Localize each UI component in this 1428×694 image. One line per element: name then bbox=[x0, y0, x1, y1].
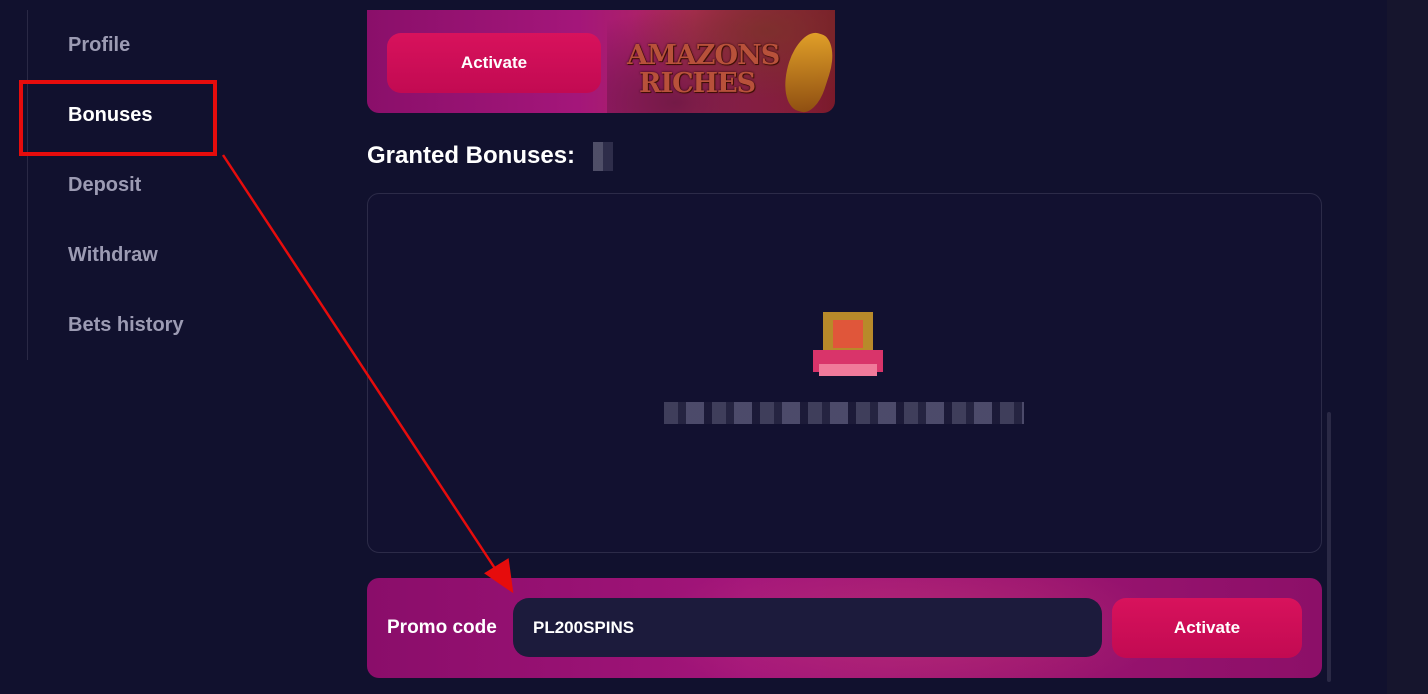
granted-bonuses-title: Granted Bonuses: bbox=[367, 142, 576, 169]
promo-code-input[interactable] bbox=[513, 598, 1102, 657]
game-logo-line2: RICHES bbox=[639, 68, 756, 99]
annotation-highlight-box bbox=[19, 80, 217, 156]
granted-bonuses-count-blurred bbox=[593, 142, 613, 171]
sidebar-item-deposit[interactable]: Deposit bbox=[68, 173, 141, 197]
game-logo-line1: AMAZONS bbox=[627, 40, 780, 71]
sidebar-divider bbox=[27, 10, 28, 360]
sidebar-item-profile[interactable]: Profile bbox=[68, 33, 130, 57]
right-edge-panel bbox=[1387, 0, 1428, 694]
banner-activate-button[interactable]: Activate bbox=[387, 33, 601, 93]
sidebar-item-withdraw[interactable]: Withdraw bbox=[68, 243, 158, 267]
game-logo: AMAZONS RICHES bbox=[627, 40, 780, 99]
scrollbar[interactable] bbox=[1327, 412, 1331, 682]
empty-state-text-blurred bbox=[664, 402, 1024, 424]
promo-code-label: Promo code bbox=[387, 617, 497, 638]
promo-activate-button[interactable]: Activate bbox=[1112, 598, 1302, 658]
gift-icon bbox=[813, 312, 883, 382]
sidebar-item-bets-history[interactable]: Bets history bbox=[68, 313, 184, 337]
